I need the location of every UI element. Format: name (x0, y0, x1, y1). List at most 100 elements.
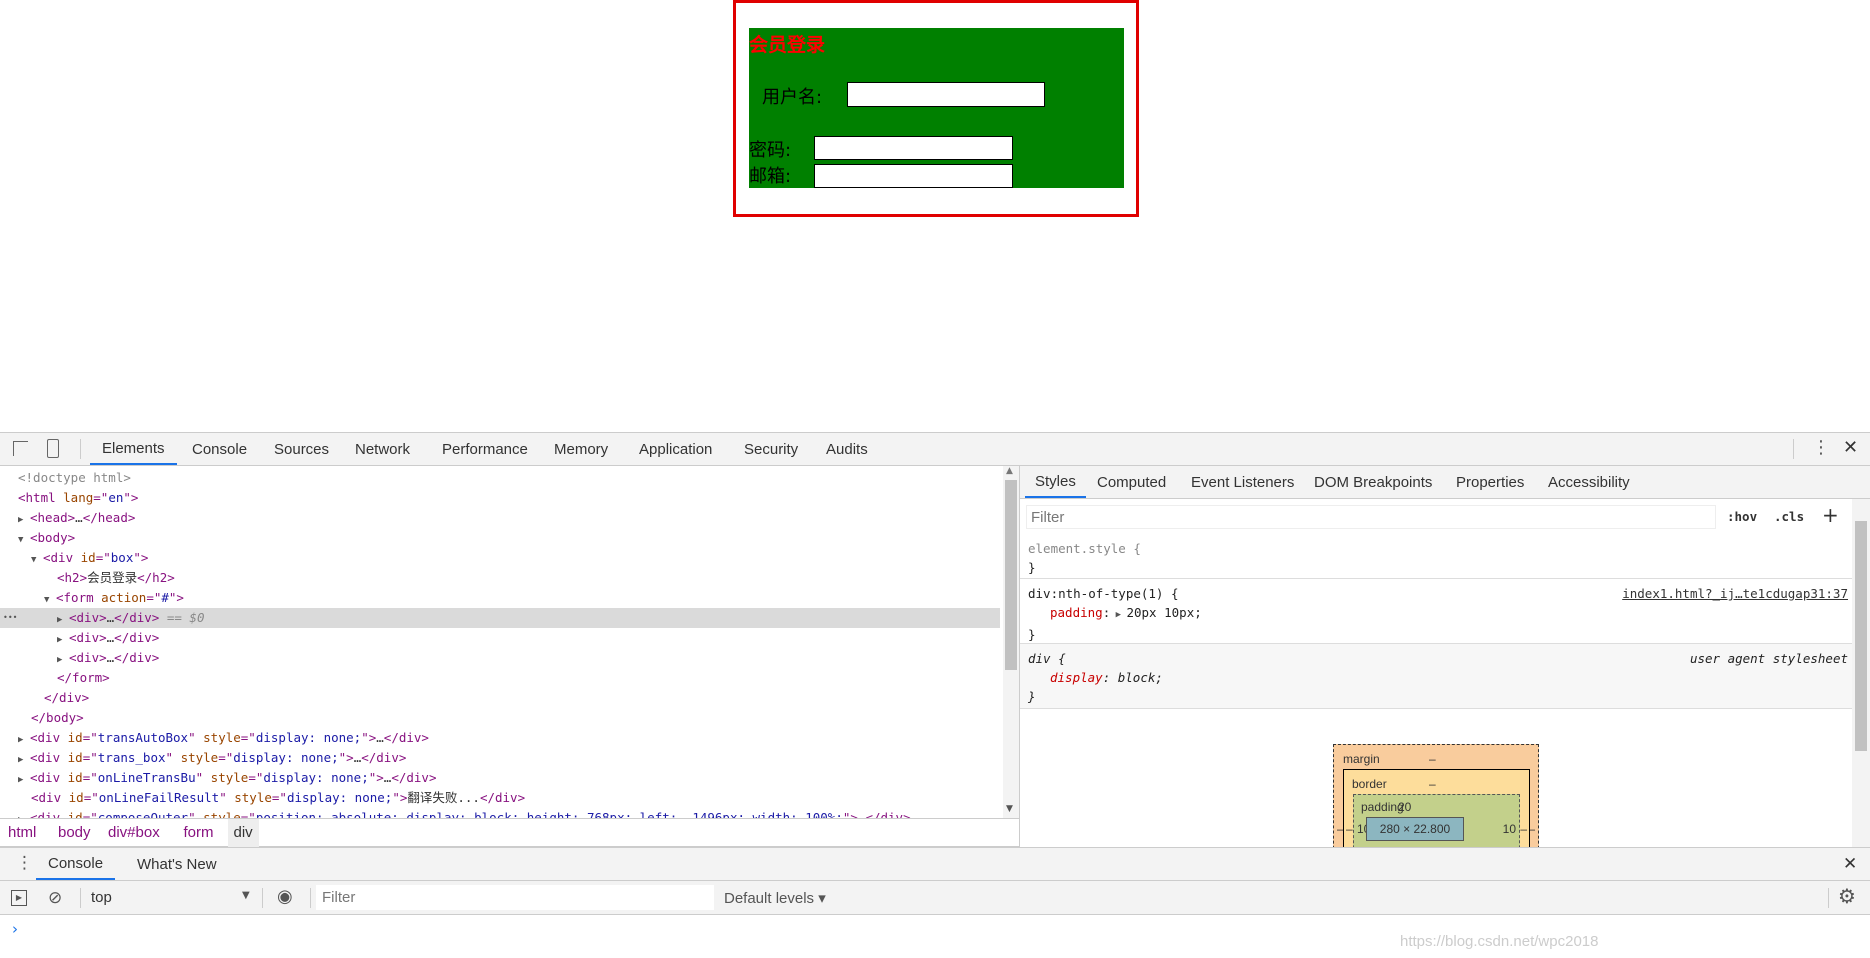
styles-filter-input[interactable]: Filter (1026, 505, 1716, 529)
expand-triangle-icon[interactable]: ▶ (57, 630, 69, 650)
dom-token: =" (82, 750, 98, 765)
dom-scrollbar[interactable]: ▲ ▼ (1003, 466, 1019, 818)
expand-triangle-icon[interactable]: ▶ (57, 610, 69, 630)
breadcrumb-item[interactable]: div#box (108, 819, 160, 847)
dom-token: display: none; (263, 770, 369, 785)
dom-token: composeOuter (97, 810, 189, 818)
dom-node[interactable]: ▼ <form action="#"> (0, 588, 1000, 608)
css-property[interactable]: padding (1050, 605, 1103, 620)
dom-node[interactable]: ▶<div id="composeOuter" style="position:… (0, 808, 1000, 818)
dom-token: </div> (865, 810, 911, 818)
tab-security[interactable]: Security (744, 433, 798, 465)
username-input[interactable] (847, 82, 1045, 107)
dom-node[interactable]: ▶ <head>…</head> (0, 508, 1000, 528)
box-model-content[interactable]: 280 × 22.800 (1366, 817, 1464, 841)
dom-token: # (161, 590, 169, 605)
expand-triangle-icon[interactable]: ▶ (18, 730, 30, 750)
hover-state-toggle[interactable]: :hov (1727, 509, 1757, 524)
dom-token: id (68, 790, 84, 805)
dom-node[interactable]: ▶ <div>…</div> (0, 628, 1000, 648)
drawer-tab-console[interactable]: Console (36, 848, 116, 880)
expand-triangle-icon[interactable]: ▶ (18, 510, 30, 530)
breadcrumb-item[interactable]: div (227, 819, 259, 847)
dom-node[interactable]: <h2>会员登录</h2> (0, 568, 1000, 588)
tab-sources[interactable]: Sources (274, 433, 329, 465)
new-rule-icon[interactable]: + (1822, 503, 1839, 527)
styles-scrollbar[interactable] (1852, 499, 1870, 847)
dom-node[interactable]: ••• ▶ <div>…</div> == $0 (0, 608, 1000, 628)
dom-node[interactable]: ▼ <body> (0, 528, 1000, 548)
tab-application[interactable]: Application (639, 433, 712, 465)
tab-performance[interactable]: Performance (442, 433, 528, 465)
dom-token: </h2> (137, 570, 175, 585)
collapse-triangle-icon[interactable]: ▼ (18, 530, 30, 550)
dom-token: <div> (69, 630, 107, 645)
drawer-tab-what-s-new[interactable]: What's New (125, 848, 229, 880)
divider (1793, 439, 1794, 459)
rule-user-agent: div { user agent stylesheet display: blo… (1020, 644, 1852, 709)
email-input[interactable] (814, 164, 1013, 188)
dom-node[interactable]: </form> (0, 668, 1000, 688)
dom-node[interactable]: ▶ <div id="trans_box" style="display: non… (0, 748, 1000, 768)
dom-node[interactable]: ▶ <div id="transAutoBox" style="display: … (0, 728, 1000, 748)
dom-node[interactable]: </div> (0, 688, 1000, 708)
tab-elements[interactable]: Elements (90, 433, 177, 465)
css-property: display (1050, 670, 1103, 685)
dom-token: "> (338, 750, 354, 765)
breadcrumb-item[interactable]: form (184, 819, 214, 847)
clear-console-icon[interactable]: ⊘ (48, 888, 62, 908)
dom-node[interactable]: ▼ <div id="box"> (0, 548, 1000, 568)
more-options-icon[interactable]: ⋮ (1812, 437, 1830, 458)
box-model-margin[interactable]: margin – – – border – – – padding 20 10 … (1333, 744, 1539, 847)
tab-audits[interactable]: Audits (826, 433, 868, 465)
close-icon[interactable]: ✕ (1843, 437, 1858, 458)
tab-memory[interactable]: Memory (554, 433, 608, 465)
password-input[interactable] (814, 136, 1013, 160)
dom-token: en (108, 490, 124, 505)
dom-node[interactable]: ▶ <div>…</div> (0, 648, 1000, 668)
box-model-padding[interactable]: padding 20 10 10 280 × 22.800 (1353, 794, 1520, 847)
dom-node-menu-icon[interactable]: ••• (3, 608, 17, 628)
dom-node[interactable]: <!doctype html> (0, 468, 1000, 488)
dom-token: <form (56, 590, 102, 605)
console-filter-input[interactable]: Filter (316, 885, 714, 910)
dom-node[interactable]: </body> (0, 708, 1000, 728)
log-levels-select[interactable]: Default levels ▾ (724, 889, 826, 907)
collapse-triangle-icon[interactable]: ▼ (31, 550, 43, 570)
dom-token: display: none; (286, 790, 393, 805)
expand-triangle-icon[interactable]: ▶ (18, 750, 30, 770)
breadcrumb-item[interactable]: html (8, 819, 36, 847)
device-toolbar-icon[interactable] (47, 439, 59, 458)
sidebar-toggle-icon[interactable]: ▶ (11, 890, 27, 906)
close-drawer-icon[interactable]: ✕ (1843, 854, 1857, 874)
expand-triangle-icon[interactable]: ▶ (57, 650, 69, 670)
dom-node[interactable]: <html lang="en"> (0, 488, 1000, 508)
rule-source-link[interactable]: index1.html?_ij…te1cdugap31:37 (1622, 584, 1848, 603)
inspect-element-icon[interactable] (13, 441, 28, 456)
expand-triangle-icon[interactable]: ▶ (18, 810, 30, 818)
collapse-triangle-icon[interactable]: ▼ (44, 590, 56, 610)
expand-triangle-icon[interactable]: ▶ (18, 770, 30, 790)
box-model-border[interactable]: border – – – padding 20 10 10 280 × 22.8… (1343, 769, 1530, 847)
eye-icon[interactable]: ◉ (277, 886, 293, 907)
rule-selector: element.style { (1028, 541, 1141, 556)
context-select[interactable]: top (91, 889, 112, 906)
console-prompt[interactable]: › (12, 920, 18, 938)
box-model: margin – – – border – – – padding 20 10 … (1020, 710, 1852, 847)
dom-node[interactable]: ▶ <div id="onLineTransBu" style="display:… (0, 768, 1000, 788)
dom-token: <!doctype html> (18, 470, 131, 485)
breadcrumb-item[interactable]: body (58, 819, 91, 847)
tab-network[interactable]: Network (355, 433, 410, 465)
chevron-down-icon[interactable]: ▼ (242, 890, 250, 901)
console-toolbar: ▶ ⊘ top ▼ ◉ Filter Default levels ▾ ⚙ (0, 881, 1870, 915)
dom-token: display: none; (255, 730, 362, 745)
dom-token: " (188, 810, 204, 818)
drawer-menu-icon[interactable]: ⋮ (16, 853, 33, 873)
tab-console[interactable]: Console (192, 433, 247, 465)
rule-close: } (1028, 560, 1036, 575)
class-toggle[interactable]: .cls (1774, 509, 1804, 524)
css-value[interactable]: 20px 10px; (1126, 605, 1201, 620)
dom-token: == $0 (159, 610, 205, 625)
dom-node[interactable]: <div id="onLineFailResult" style="displa… (0, 788, 1000, 808)
settings-gear-icon[interactable]: ⚙ (1838, 884, 1856, 908)
